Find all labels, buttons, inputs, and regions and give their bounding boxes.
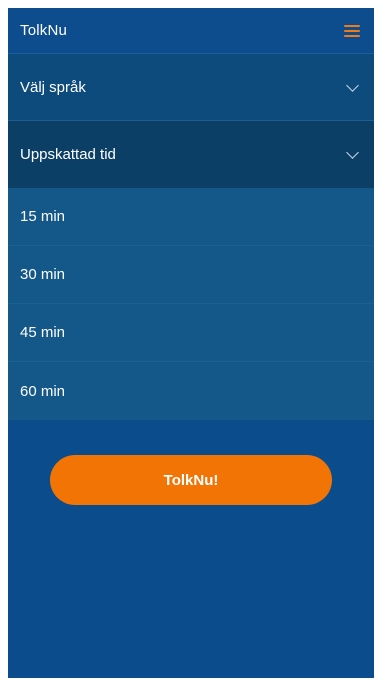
app-header: TolkNu	[8, 8, 374, 54]
language-dropdown[interactable]: Välj språk	[8, 54, 374, 121]
time-option-label: 60 min	[20, 382, 66, 400]
time-option-30[interactable]: 30 min	[8, 246, 374, 304]
time-option-label: 45 min	[20, 324, 66, 341]
time-option-60[interactable]: 60 min	[8, 362, 374, 420]
menu-bar-middle	[344, 29, 360, 32]
time-option-label: 15 min	[20, 208, 66, 225]
estimated-time-dropdown-label: Uppskattad tid	[20, 146, 116, 163]
time-option-label: 30 min	[20, 266, 66, 283]
cta-container: TolkNu!	[8, 455, 374, 505]
app-title: TolkNu	[20, 22, 68, 39]
time-option-45[interactable]: 45 min	[8, 304, 374, 362]
hamburger-menu-icon[interactable]	[344, 24, 360, 37]
language-dropdown-label: Välj språk	[20, 78, 86, 96]
estimated-time-dropdown[interactable]: Uppskattad tid	[8, 121, 374, 188]
time-option-15[interactable]: 15 min	[8, 188, 374, 246]
chevron-down-icon	[346, 78, 359, 92]
menu-bar-top	[344, 24, 360, 27]
chevron-down-icon	[346, 146, 359, 159]
time-options-list: 15 min 30 min 45 min 60 min	[8, 188, 374, 420]
menu-bar-bottom	[344, 34, 360, 37]
app-screen: TolkNu Välj språk Uppskattad tid 15 min …	[8, 8, 374, 678]
tolknu-button[interactable]: TolkNu!	[50, 455, 332, 505]
